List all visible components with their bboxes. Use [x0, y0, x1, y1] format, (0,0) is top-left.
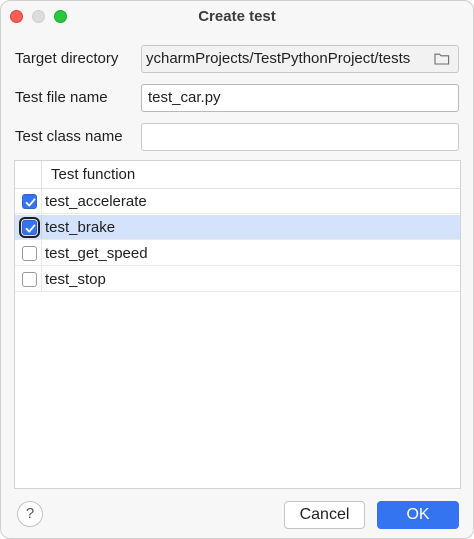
- table-row[interactable]: test_get_speed: [15, 241, 460, 266]
- folder-icon[interactable]: [434, 52, 450, 65]
- checkmark-icon: [25, 198, 36, 207]
- table-row[interactable]: test_brake: [15, 215, 460, 240]
- checkbox-test-brake[interactable]: [19, 217, 40, 238]
- checkbox-test-get-speed[interactable]: [22, 246, 37, 261]
- checkbox-test-stop[interactable]: [22, 272, 37, 287]
- column-divider: [41, 241, 42, 265]
- function-name: test_accelerate: [45, 193, 147, 210]
- checkbox-test-accelerate[interactable]: [22, 194, 37, 209]
- help-button[interactable]: ?: [17, 501, 43, 527]
- column-divider: [41, 161, 42, 189]
- target-directory-value: ycharmProjects/TestPythonProject/tests: [146, 50, 411, 67]
- column-header-test-function: Test function: [51, 166, 136, 183]
- test-file-name-field[interactable]: test_car.py: [141, 84, 459, 112]
- test-file-name-label: Test file name: [15, 89, 108, 106]
- table-header: Test function: [15, 161, 460, 189]
- create-test-dialog: Create test Target directory ycharmProje…: [0, 0, 474, 539]
- function-name: test_brake: [45, 219, 116, 236]
- ok-button[interactable]: OK: [377, 501, 459, 529]
- column-divider: [41, 215, 42, 239]
- column-divider: [41, 267, 42, 291]
- column-divider: [41, 189, 42, 213]
- title-bar: Create test: [1, 1, 473, 33]
- function-name: test_stop: [45, 271, 106, 288]
- test-class-name-field[interactable]: [141, 123, 459, 151]
- test-class-name-label: Test class name: [15, 128, 123, 145]
- table-row[interactable]: test_stop: [15, 267, 460, 292]
- cancel-button[interactable]: Cancel: [284, 501, 365, 529]
- dialog-title: Create test: [198, 8, 276, 25]
- target-directory-field[interactable]: ycharmProjects/TestPythonProject/tests: [141, 45, 459, 73]
- table-row[interactable]: test_accelerate: [15, 189, 460, 214]
- checkmark-icon: [25, 224, 36, 233]
- target-directory-label: Target directory: [15, 50, 119, 67]
- function-name: test_get_speed: [45, 245, 148, 262]
- test-functions-table[interactable]: Test function test_accelerate test_brake…: [14, 160, 461, 489]
